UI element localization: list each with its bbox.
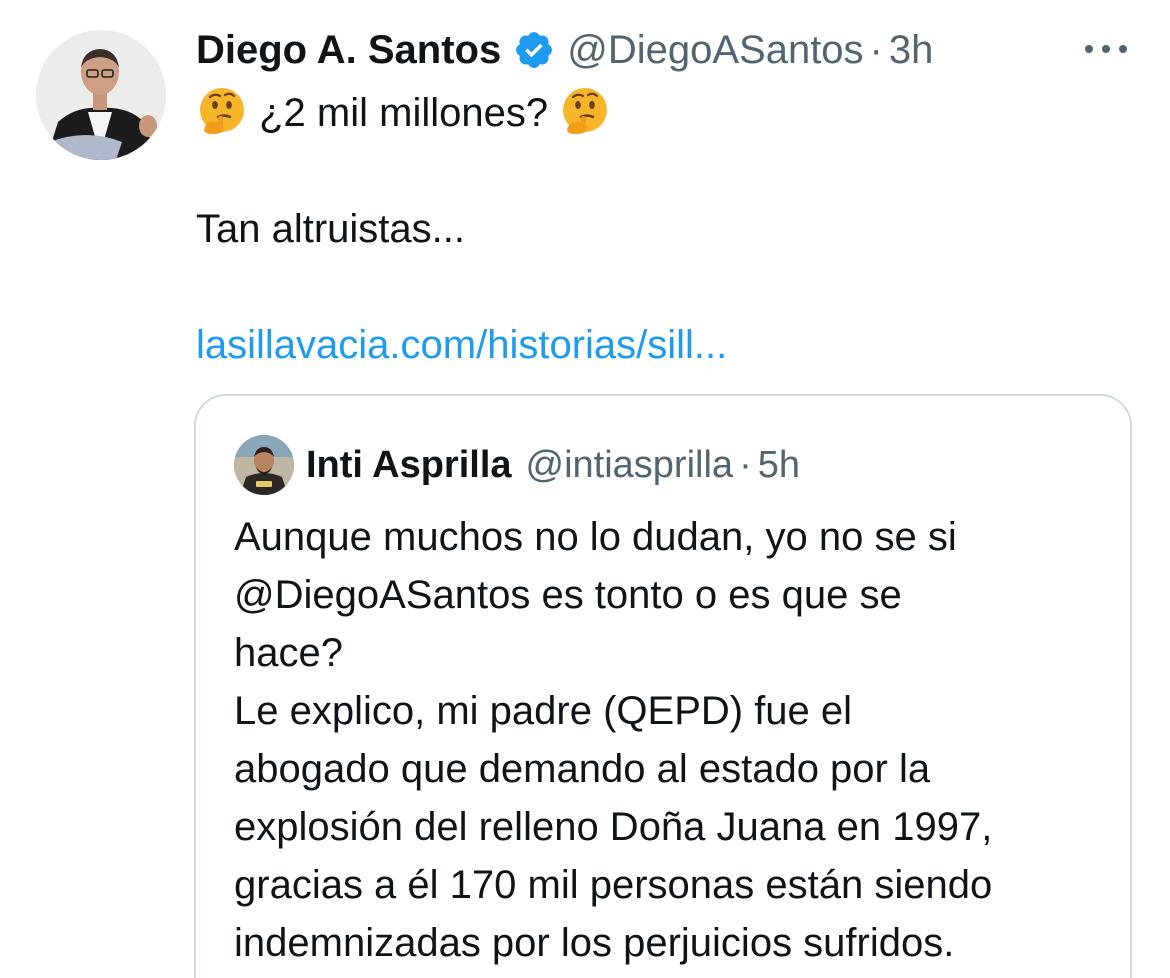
author-handle[interactable]: @DiegoASantos bbox=[567, 28, 863, 73]
thinking-face-emoji-icon bbox=[563, 88, 608, 134]
thinking-face-emoji-icon bbox=[200, 88, 244, 134]
quoted-tweet-header: Inti Asprilla @intiasprilla · 5h bbox=[234, 434, 800, 496]
quoted-author-avatar[interactable] bbox=[234, 435, 294, 495]
tweet-text-line: ¿2 mil millones? bbox=[196, 84, 1116, 142]
quoted-text-line: Le explico, mi padre (QEPD) fue el bbox=[234, 689, 853, 733]
quoted-text-line: explosión del relleno Doña Juana en 1997… bbox=[234, 805, 993, 849]
quoted-tweet-timestamp[interactable]: 5h bbox=[758, 444, 800, 487]
tweet: Diego A. Santos @DiegoASantos · 3h ¿2 mi… bbox=[0, 0, 1170, 978]
quoted-text-line: Aunque muchos no lo dudan, yo no se si bbox=[234, 515, 957, 559]
separator-dot: · bbox=[869, 27, 883, 72]
quoted-tweet[interactable]: Inti Asprilla @intiasprilla · 5h Aunque … bbox=[194, 394, 1132, 978]
quoted-text-line: gracias a él 170 mil personas están sien… bbox=[234, 863, 993, 907]
quoted-text-line: indemnizadas por los perjuicios sufridos… bbox=[234, 921, 955, 965]
tweet-text: ¿2 mil millones? Tan altruistas... lasil… bbox=[196, 84, 1116, 374]
avatar-photo bbox=[36, 30, 166, 160]
tweet-link[interactable]: lasillavacia.com/historias/sill... bbox=[196, 323, 727, 367]
quoted-text-line: abogado que demando al estado por la bbox=[234, 747, 931, 791]
quoted-author-name[interactable]: Inti Asprilla bbox=[306, 444, 512, 487]
quoted-text-line: @DiegoASantos es tonto o es que se bbox=[234, 573, 902, 617]
tweet-text-line: Tan altruistas... bbox=[196, 207, 466, 251]
author-avatar[interactable] bbox=[36, 30, 166, 160]
tweet-text-question: ¿2 mil millones? bbox=[259, 91, 549, 135]
tweet-timestamp[interactable]: 3h bbox=[889, 28, 934, 73]
tweet-header: Diego A. Santos @DiegoASantos · 3h bbox=[196, 22, 933, 78]
more-options-icon[interactable] bbox=[1082, 40, 1130, 58]
quoted-author-handle[interactable]: @intiasprilla bbox=[526, 444, 734, 487]
verified-badge-icon bbox=[516, 32, 553, 68]
separator-dot: · bbox=[739, 443, 752, 486]
quoted-avatar-photo bbox=[234, 435, 294, 495]
quoted-text-line: hace? bbox=[234, 631, 343, 675]
quoted-tweet-text: Aunque muchos no lo dudan, yo no se si @… bbox=[234, 508, 1114, 972]
author-name[interactable]: Diego A. Santos bbox=[196, 28, 501, 73]
